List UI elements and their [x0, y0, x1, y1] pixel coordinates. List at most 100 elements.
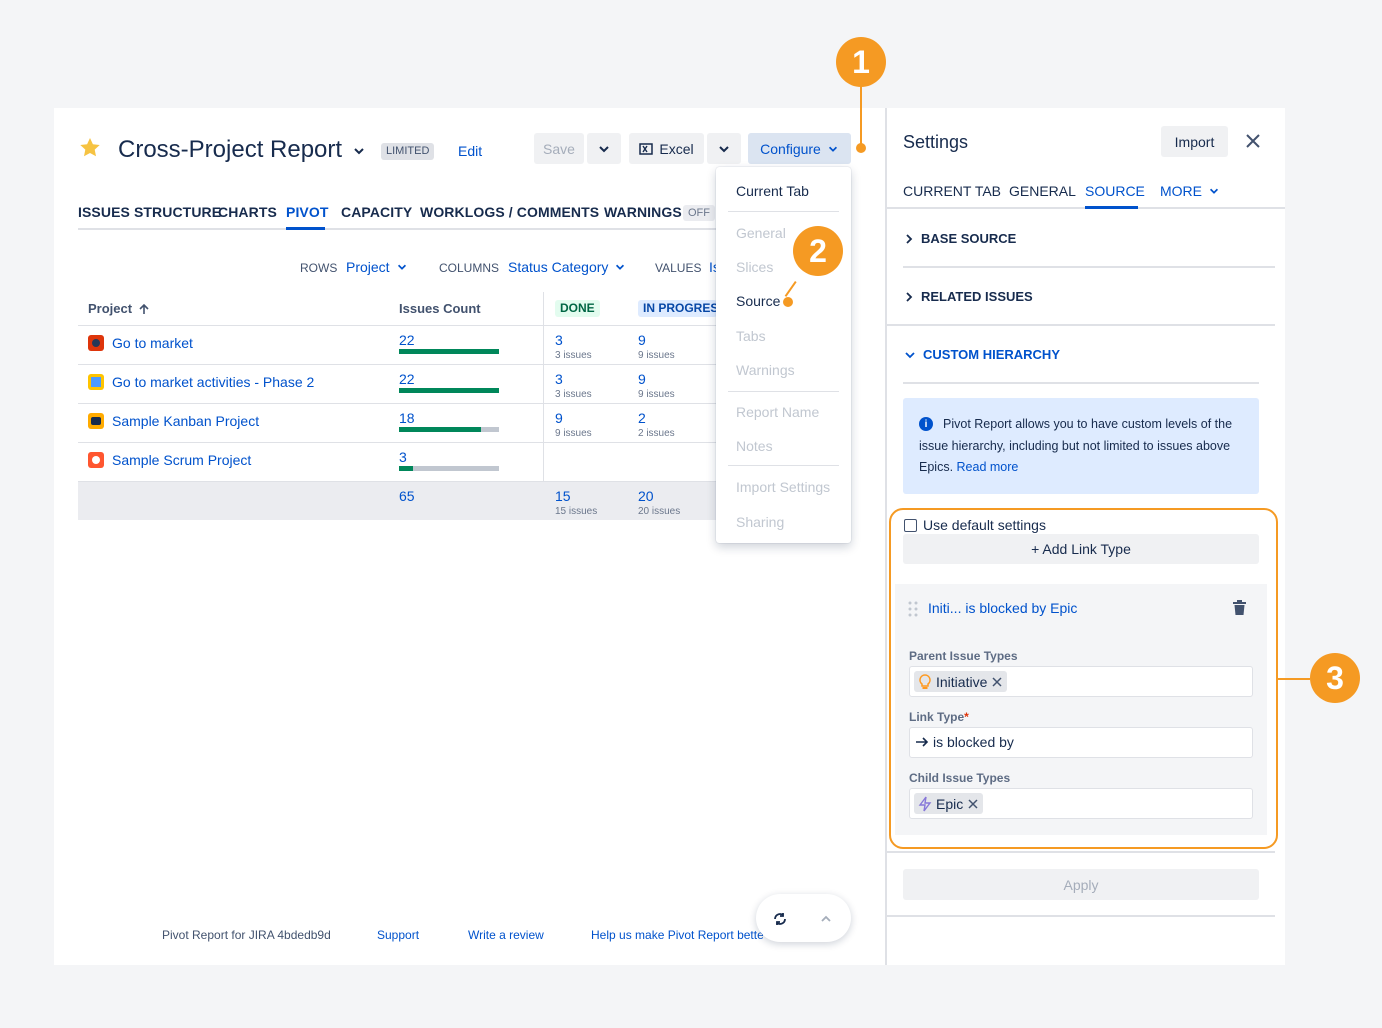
project-link[interactable]: Sample Kanban Project [112, 413, 259, 429]
section-divider [887, 324, 1275, 326]
chevron-right-icon [906, 291, 913, 302]
chevron-down-icon [905, 351, 915, 358]
project-link[interactable]: Go to market [112, 335, 193, 351]
menu-item-warnings[interactable]: Warnings [736, 362, 795, 378]
settings-active-tab-indicator [1085, 206, 1138, 209]
footer-support-link[interactable]: Support [377, 928, 419, 942]
callout-3: 3 [1310, 653, 1360, 703]
favorite-star-icon[interactable] [78, 136, 102, 160]
total-done[interactable]: 15 [555, 488, 571, 504]
col-header-in-progress: IN PROGRESS [638, 300, 717, 317]
chevron-up-icon[interactable] [819, 912, 833, 926]
project-link[interactable]: Go to market activities - Phase 2 [112, 374, 314, 390]
callout-1-dot [856, 143, 866, 153]
menu-divider [728, 211, 839, 212]
tab-warnings[interactable]: WARNINGS [604, 204, 682, 220]
import-label: Import [1174, 133, 1215, 150]
values-label: VALUES [655, 261, 702, 275]
edit-link[interactable]: Edit [458, 143, 482, 159]
settings-tab-general[interactable]: GENERAL [1009, 183, 1076, 199]
settings-tab-more[interactable]: MORE [1160, 183, 1220, 199]
settings-tab-source[interactable]: SOURCE [1085, 183, 1145, 199]
callout-2: 2 [793, 226, 843, 276]
settings-tab-current-tab[interactable]: CURRENT TAB [903, 183, 1001, 199]
menu-item-source[interactable]: Source [736, 293, 780, 309]
footer-review-link[interactable]: Write a review [468, 928, 544, 942]
menu-item-import-settings[interactable]: Import Settings [736, 479, 830, 495]
callout-3-connector [1278, 678, 1310, 680]
info-text: Pivot Report allows you to have custom l… [919, 414, 1249, 479]
inprog-count[interactable]: 9 [638, 332, 646, 348]
footer-help-link[interactable]: Help us make Pivot Report bette [591, 928, 763, 942]
chevron-down-icon [828, 146, 837, 152]
total-done-sub: 15 issues [555, 506, 598, 517]
done-sub: 3 issues [555, 350, 592, 361]
settings-title: Settings [903, 132, 969, 152]
chevron-down-icon [397, 264, 406, 270]
callout-1: 1 [836, 37, 886, 87]
menu-item-notes[interactable]: Notes [736, 438, 773, 454]
columns-select[interactable]: Status Category [508, 259, 626, 275]
read-more-link[interactable]: Read more [957, 460, 1019, 474]
tab-capacity[interactable]: CAPACITY [341, 204, 412, 220]
base-source-label: BASE SOURCE [921, 231, 1017, 246]
apply-button[interactable]: Apply [903, 869, 1259, 900]
done-count[interactable]: 9 [555, 410, 563, 426]
chevron-down-icon [616, 264, 625, 270]
tabs-underline [78, 228, 718, 230]
base-source-section[interactable]: BASE SOURCE [905, 231, 1016, 246]
configure-button[interactable]: Configure [748, 133, 851, 164]
col-header-done: DONE [555, 300, 600, 317]
inprog-sub: 9 issues [638, 350, 675, 361]
save-dropdown-button[interactable] [587, 133, 621, 164]
project-avatar-icon [88, 452, 104, 468]
tab-charts[interactable]: CHARTS [218, 204, 277, 220]
page-title: Cross-Project Report [118, 136, 343, 163]
inprog-count[interactable]: 2 [638, 410, 646, 426]
import-button[interactable]: Import [1161, 126, 1228, 157]
callout-1-connector [860, 86, 862, 146]
save-button[interactable]: Save [534, 133, 584, 164]
excel-dropdown-button[interactable] [707, 133, 741, 164]
floating-controls [756, 894, 851, 942]
columns-value: Status Category [508, 259, 609, 275]
project-link[interactable]: Sample Scrum Project [112, 452, 251, 468]
menu-item-current-tab[interactable]: Current Tab [736, 183, 809, 199]
done-count[interactable]: 3 [555, 332, 563, 348]
done-count[interactable]: 3 [555, 371, 563, 387]
tab-worklogs[interactable]: WORKLOGS / COMMENTS [420, 204, 599, 220]
col-header-project[interactable]: Project [88, 301, 150, 316]
callout-2-dot [783, 297, 793, 307]
inprog-count[interactable]: 9 [638, 371, 646, 387]
issues-count[interactable]: 22 [399, 332, 415, 348]
issues-count[interactable]: 22 [399, 371, 415, 387]
menu-divider [728, 391, 839, 392]
menu-item-general[interactable]: General [736, 225, 786, 241]
menu-item-report-name[interactable]: Report Name [736, 404, 819, 420]
custom-hierarchy-section[interactable]: CUSTOM HIERARCHY [905, 347, 1060, 362]
done-sub: 3 issues [555, 389, 592, 400]
tab-issues-structure[interactable]: ISSUES STRUCTURE [78, 204, 221, 220]
menu-item-sharing[interactable]: Sharing [736, 514, 784, 530]
close-icon[interactable] [1244, 132, 1262, 150]
refresh-icon[interactable] [772, 911, 788, 927]
total-row [78, 482, 718, 520]
issues-count[interactable]: 3 [399, 449, 407, 465]
section-divider [887, 915, 1275, 917]
col-header-issues-count: Issues Count [399, 301, 481, 316]
tab-pivot[interactable]: PIVOT [286, 204, 329, 220]
rows-select[interactable]: Project [346, 259, 408, 275]
total-count[interactable]: 65 [399, 488, 415, 504]
issues-count-bar [399, 388, 499, 393]
related-issues-section[interactable]: RELATED ISSUES [905, 289, 1033, 304]
total-inprog[interactable]: 20 [638, 488, 654, 504]
issues-count[interactable]: 18 [399, 410, 415, 426]
excel-button[interactable]: Excel [629, 133, 704, 164]
menu-item-slices[interactable]: Slices [736, 259, 773, 275]
title-chevron-down-icon[interactable] [352, 144, 366, 158]
row-divider [78, 442, 718, 443]
menu-divider [728, 465, 839, 466]
arrow-up-icon [139, 303, 149, 314]
menu-item-tabs[interactable]: Tabs [736, 328, 766, 344]
related-issues-label: RELATED ISSUES [921, 289, 1033, 304]
